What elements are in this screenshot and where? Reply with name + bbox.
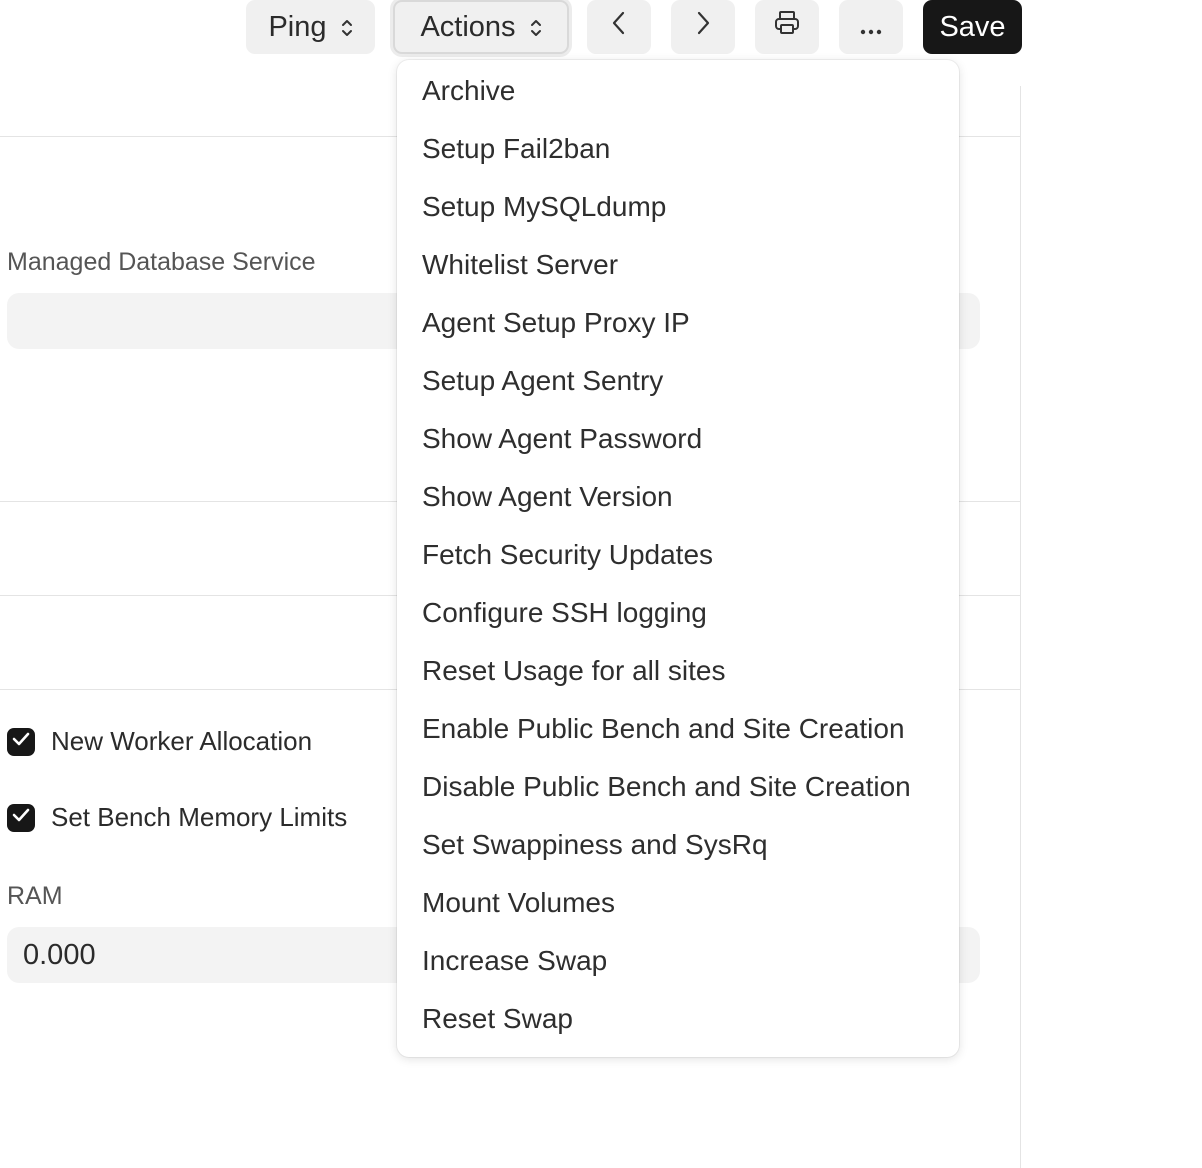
actions-menu-item[interactable]: Reset Usage for all sites: [397, 642, 959, 700]
actions-menu-item[interactable]: Configure SSH logging: [397, 584, 959, 642]
server-form-page: Ping Actions Save Managed Database Servi…: [0, 0, 1202, 1168]
ram-label: RAM: [7, 882, 63, 910]
actions-menu-item[interactable]: Show Agent Version: [397, 468, 959, 526]
ellipsis-icon: [859, 11, 883, 44]
set-bench-memory-limits-label: Set Bench Memory Limits: [51, 802, 348, 832]
actions-dropdown-menu: Archive Setup Fail2ban Setup MySQLdump Whit…: [397, 60, 959, 1057]
new-worker-allocation-label: New Worker Allocation: [51, 726, 313, 756]
chevron-right-icon: [695, 10, 711, 44]
chevron-left-icon: [611, 10, 627, 44]
new-worker-allocation-checkbox[interactable]: [7, 727, 35, 756]
next-record-button[interactable]: [671, 0, 735, 54]
actions-menu-item[interactable]: Mount Volumes: [397, 874, 959, 932]
actions-menu-item[interactable]: Setup MySQLdump: [397, 178, 959, 236]
actions-menu-item[interactable]: Enable Public Bench and Site Creation: [397, 700, 959, 758]
save-button-label: Save: [939, 10, 1006, 43]
managed-database-service-label: Managed Database Service: [7, 248, 316, 276]
actions-menu-item[interactable]: Setup Fail2ban: [397, 120, 959, 178]
more-options-button[interactable]: [839, 0, 903, 54]
save-button[interactable]: Save: [923, 0, 1022, 54]
form-right-border: [1020, 86, 1021, 1168]
new-worker-allocation-row[interactable]: New Worker Allocation: [7, 726, 312, 757]
actions-menu-item[interactable]: Increase Swap: [397, 932, 959, 990]
printer-icon: [773, 10, 801, 44]
actions-menu-item[interactable]: Whitelist Server: [397, 236, 959, 294]
select-updown-icon: [341, 15, 353, 39]
actions-menu-item[interactable]: Agent Setup Proxy IP: [397, 294, 959, 352]
ping-button-label: Ping: [268, 10, 327, 43]
actions-menu-item[interactable]: Reset Swap: [397, 990, 959, 1048]
set-bench-memory-limits-checkbox[interactable]: [7, 803, 35, 832]
check-icon: [12, 732, 30, 751]
check-icon: [12, 808, 30, 827]
actions-menu-item[interactable]: Disable Public Bench and Site Creation: [397, 758, 959, 816]
actions-menu-item[interactable]: Set Swappiness and SysRq: [397, 816, 959, 874]
actions-menu-item[interactable]: Setup Agent Sentry: [397, 352, 959, 410]
select-updown-icon: [530, 15, 542, 39]
actions-menu-item[interactable]: Archive: [397, 62, 959, 120]
actions-button-label: Actions: [420, 10, 516, 43]
actions-button[interactable]: Actions: [393, 0, 569, 54]
actions-menu-item[interactable]: Fetch Security Updates: [397, 526, 959, 584]
set-bench-memory-limits-row[interactable]: Set Bench Memory Limits: [7, 802, 347, 833]
previous-record-button[interactable]: [587, 0, 651, 54]
ping-button[interactable]: Ping: [246, 0, 375, 54]
print-button[interactable]: [755, 0, 819, 54]
actions-menu-item[interactable]: Show Agent Password: [397, 410, 959, 468]
